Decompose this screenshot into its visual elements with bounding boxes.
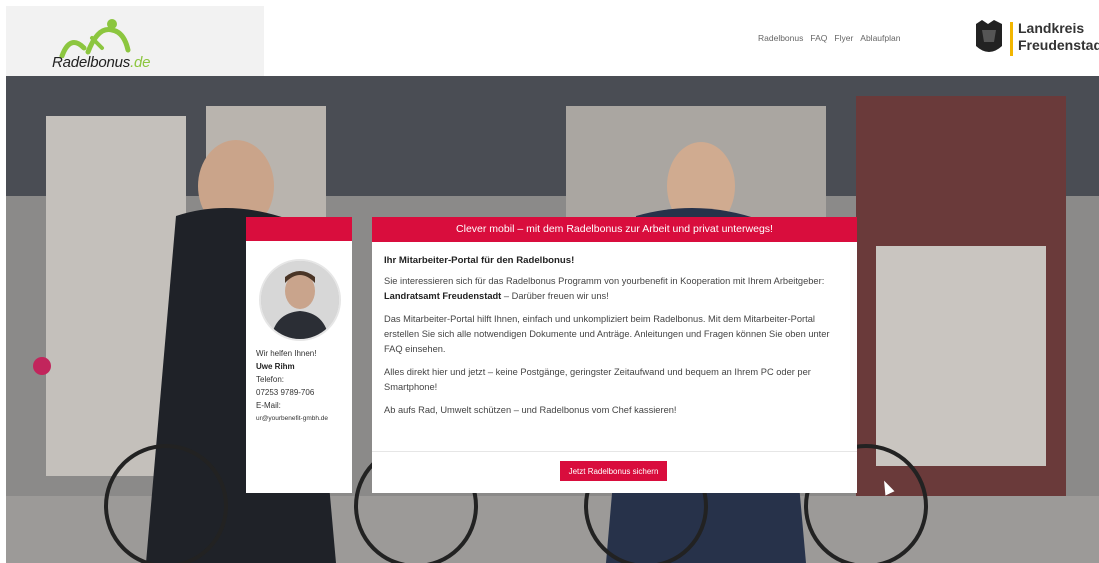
secure-radelbonus-button[interactable]: Jetzt Radelbonus sichern (560, 461, 667, 481)
cyclist-logo-icon (59, 19, 131, 58)
crest-icon (976, 20, 1002, 52)
nav-flyer[interactable]: Flyer (834, 33, 853, 43)
contact-info: Wir helfen Ihnen! Uwe Rihm Telefon: 0725… (256, 347, 328, 425)
phone-label: Telefon: (256, 375, 285, 384)
employer-name: Landratsamt Freudenstadt (384, 291, 502, 301)
contact-name: Uwe Rihm (256, 362, 295, 371)
contact-card-header (246, 217, 352, 241)
main-nav: Radelbonus FAQ Flyer Ablaufplan (758, 33, 900, 43)
logo-wordmark: Radelbonus.de (52, 54, 151, 71)
benefits-paragraph: Alles direkt hier und jetzt – keine Post… (384, 367, 811, 392)
hero-section: Wir helfen Ihnen! Uwe Rihm Telefon: 0725… (6, 76, 1099, 563)
welcome-banner: Clever mobil – mit dem Radelbonus zur Ar… (372, 217, 857, 242)
welcome-card: Clever mobil – mit dem Radelbonus zur Ar… (372, 217, 857, 493)
contact-phone[interactable]: 07253 9789-706 (256, 386, 328, 399)
nav-ablaufplan[interactable]: Ablaufplan (860, 33, 900, 43)
nav-radelbonus[interactable]: Radelbonus (758, 33, 803, 43)
person-photo (261, 261, 339, 339)
contact-intro: Wir helfen Ihnen! (256, 349, 317, 358)
contact-email[interactable]: ur@yourbenefit-gmbh.de (256, 412, 328, 425)
site-header: Radelbonus.de Radelbonus FAQ Flyer Ablau… (6, 6, 1099, 76)
landkreis-divider (1010, 22, 1013, 56)
contact-card: Wir helfen Ihnen! Uwe Rihm Telefon: 0725… (246, 217, 352, 493)
contact-avatar (259, 259, 341, 341)
intro-paragraph: Sie interessieren sich für das Radelbonu… (384, 276, 825, 301)
card-divider (372, 451, 857, 452)
welcome-body: Ihr Mitarbeiter-Portal für den Radelbonu… (384, 253, 846, 426)
landkreis-name: Landkreis Freudenstadt (1018, 20, 1099, 53)
nav-faq[interactable]: FAQ (810, 33, 827, 43)
logo-area: Radelbonus.de (6, 6, 264, 76)
email-label: E-Mail: (256, 401, 281, 410)
portal-paragraph: Das Mitarbeiter-Portal hilft Ihnen, einf… (384, 314, 830, 354)
browser-viewport: Radelbonus.de Radelbonus FAQ Flyer Ablau… (6, 6, 1099, 563)
landkreis-logo[interactable]: Landkreis Freudenstadt (972, 16, 1099, 66)
welcome-heading: Ihr Mitarbeiter-Portal für den Radelbonu… (384, 255, 575, 266)
slogan-paragraph: Ab aufs Rad, Umwelt schützen – und Radel… (384, 405, 677, 415)
radelbonus-logo[interactable]: Radelbonus.de (50, 18, 160, 74)
